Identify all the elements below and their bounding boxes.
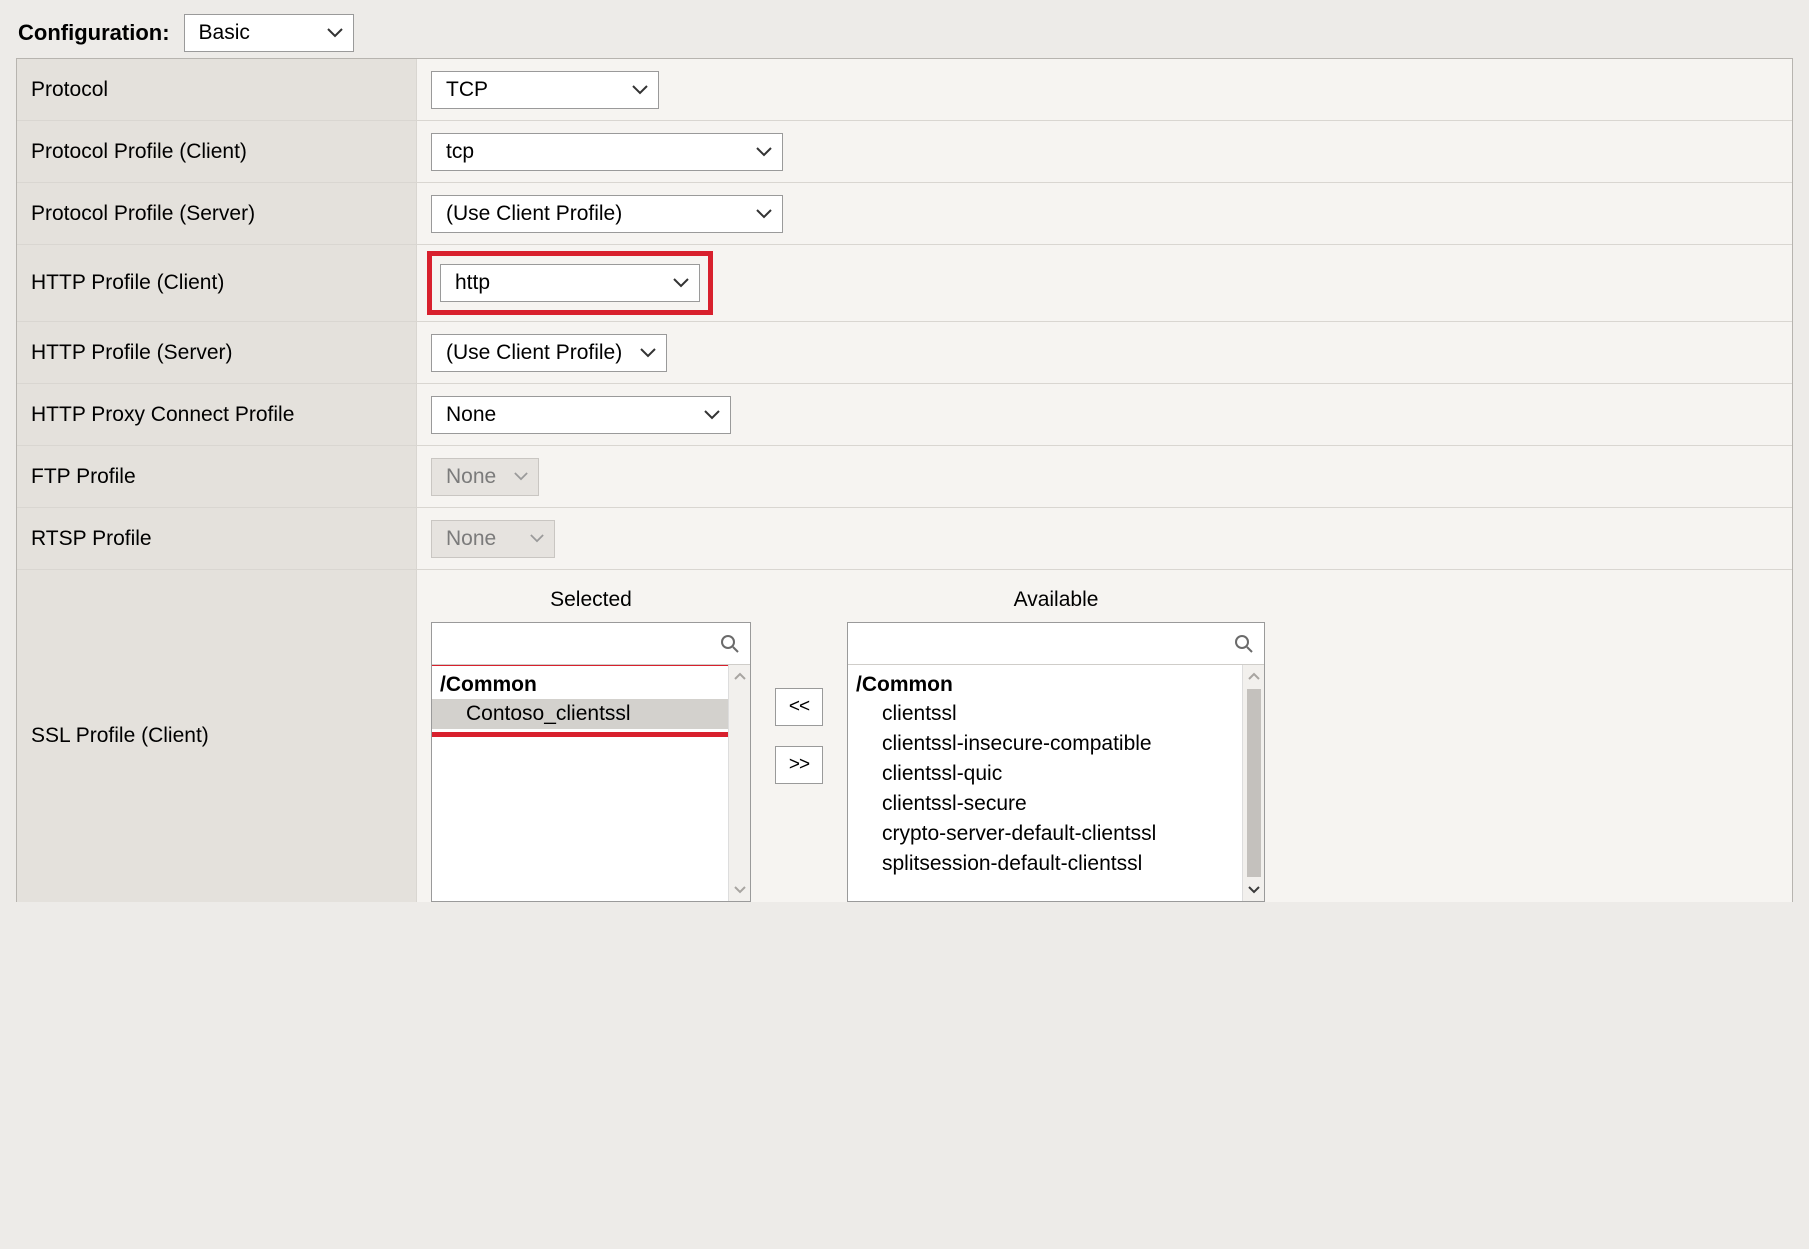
listbox-option[interactable]: clientssl-quic [848, 759, 1242, 789]
ssl-available-listbox[interactable]: /Commonclientsslclientssl-insecure-compa… [847, 622, 1265, 902]
search-icon[interactable] [720, 634, 740, 654]
row-protocol-profile-client: Protocol Profile (Client) tcp [17, 121, 1792, 183]
row-rtsp-profile: RTSP Profile None [17, 508, 1792, 570]
chevron-down-icon [530, 534, 544, 543]
scroll-thumb[interactable] [733, 689, 747, 877]
ssl-selected-listbox[interactable]: /CommonContoso_clientssl [431, 622, 751, 902]
row-label: Protocol Profile (Client) [17, 121, 417, 182]
scroll-up-icon[interactable] [1243, 665, 1264, 687]
listbox-group-header: /Common [432, 669, 728, 699]
move-left-button[interactable]: << [775, 688, 823, 726]
chevron-down-icon [514, 472, 528, 481]
ssl-selected-column: Selected /CommonContoso_clientssl [431, 588, 751, 902]
row-label: HTTP Proxy Connect Profile [17, 384, 417, 445]
row-http-profile-client: HTTP Profile (Client) http [17, 245, 1792, 322]
listbox-items: /CommonContoso_clientssl [432, 665, 750, 901]
configuration-header: Configuration: Basic [18, 14, 1793, 52]
row-ftp-profile: FTP Profile None [17, 446, 1792, 508]
row-label: HTTP Profile (Server) [17, 322, 417, 383]
listbox-option[interactable]: clientssl [848, 699, 1242, 729]
chevron-down-icon [632, 85, 648, 95]
chevron-down-icon [756, 147, 772, 157]
scroll-thumb[interactable] [1247, 689, 1261, 877]
row-protocol-profile-server: Protocol Profile (Server) (Use Client Pr… [17, 183, 1792, 245]
http-proxy-connect-select[interactable]: None [431, 396, 731, 434]
row-label: HTTP Profile (Client) [17, 245, 417, 321]
http-profile-client-highlight: http [427, 251, 713, 315]
listbox-option[interactable]: crypto-server-default-clientssl [848, 819, 1242, 849]
configuration-label: Configuration: [18, 20, 170, 46]
row-label: FTP Profile [17, 446, 417, 507]
listbox-option[interactable]: clientssl-secure [848, 789, 1242, 819]
configuration-select-value: Basic [199, 21, 250, 45]
listbox-option[interactable]: clientssl-insecure-compatible [848, 729, 1242, 759]
listbox-group-header: /Common [848, 669, 1242, 699]
protocol-profile-client-select[interactable]: tcp [431, 133, 783, 171]
http-profile-server-select[interactable]: (Use Client Profile) [431, 334, 667, 372]
listbox-option[interactable]: splitsession-default-clientssl [848, 849, 1242, 879]
listbox-search-row [848, 623, 1264, 665]
ssl-mover-buttons: << >> [775, 688, 823, 784]
chevron-down-icon [673, 278, 689, 288]
protocol-select[interactable]: TCP [431, 71, 659, 109]
ssl-available-column: Available /Commonclientsslclientssl-inse… [847, 588, 1265, 902]
scrollbar[interactable] [1242, 665, 1264, 901]
scrollbar[interactable] [728, 665, 750, 901]
row-ssl-profile-client: SSL Profile (Client) Selected [17, 570, 1792, 902]
ssl-available-header: Available [1014, 588, 1099, 612]
chevron-down-icon [640, 348, 656, 358]
row-label: Protocol Profile (Server) [17, 183, 417, 244]
scroll-up-icon[interactable] [729, 665, 750, 687]
ftp-profile-select: None [431, 458, 539, 496]
row-label: Protocol [17, 59, 417, 120]
row-label: RTSP Profile [17, 508, 417, 569]
row-label: SSL Profile (Client) [17, 570, 417, 902]
ssl-selected-header: Selected [550, 588, 632, 612]
move-right-button[interactable]: >> [775, 746, 823, 784]
chevron-down-icon [756, 209, 772, 219]
scroll-down-icon[interactable] [729, 879, 750, 901]
http-profile-client-select[interactable]: http [440, 264, 700, 302]
row-http-proxy-connect: HTTP Proxy Connect Profile None [17, 384, 1792, 446]
listbox-option[interactable]: Contoso_clientssl [432, 699, 728, 729]
row-protocol: Protocol TCP [17, 59, 1792, 121]
chevron-down-icon [327, 28, 343, 38]
config-table: Protocol TCP Protocol Profile (Client) t… [16, 58, 1793, 902]
rtsp-profile-select: None [431, 520, 555, 558]
chevron-down-icon [704, 410, 720, 420]
listbox-items: /Commonclientsslclientssl-insecure-compa… [848, 665, 1264, 901]
row-http-profile-server: HTTP Profile (Server) (Use Client Profil… [17, 322, 1792, 384]
configuration-select[interactable]: Basic [184, 14, 354, 52]
listbox-search-row [432, 623, 750, 665]
search-icon[interactable] [1234, 634, 1254, 654]
protocol-profile-server-select[interactable]: (Use Client Profile) [431, 195, 783, 233]
scroll-down-icon[interactable] [1243, 879, 1264, 901]
